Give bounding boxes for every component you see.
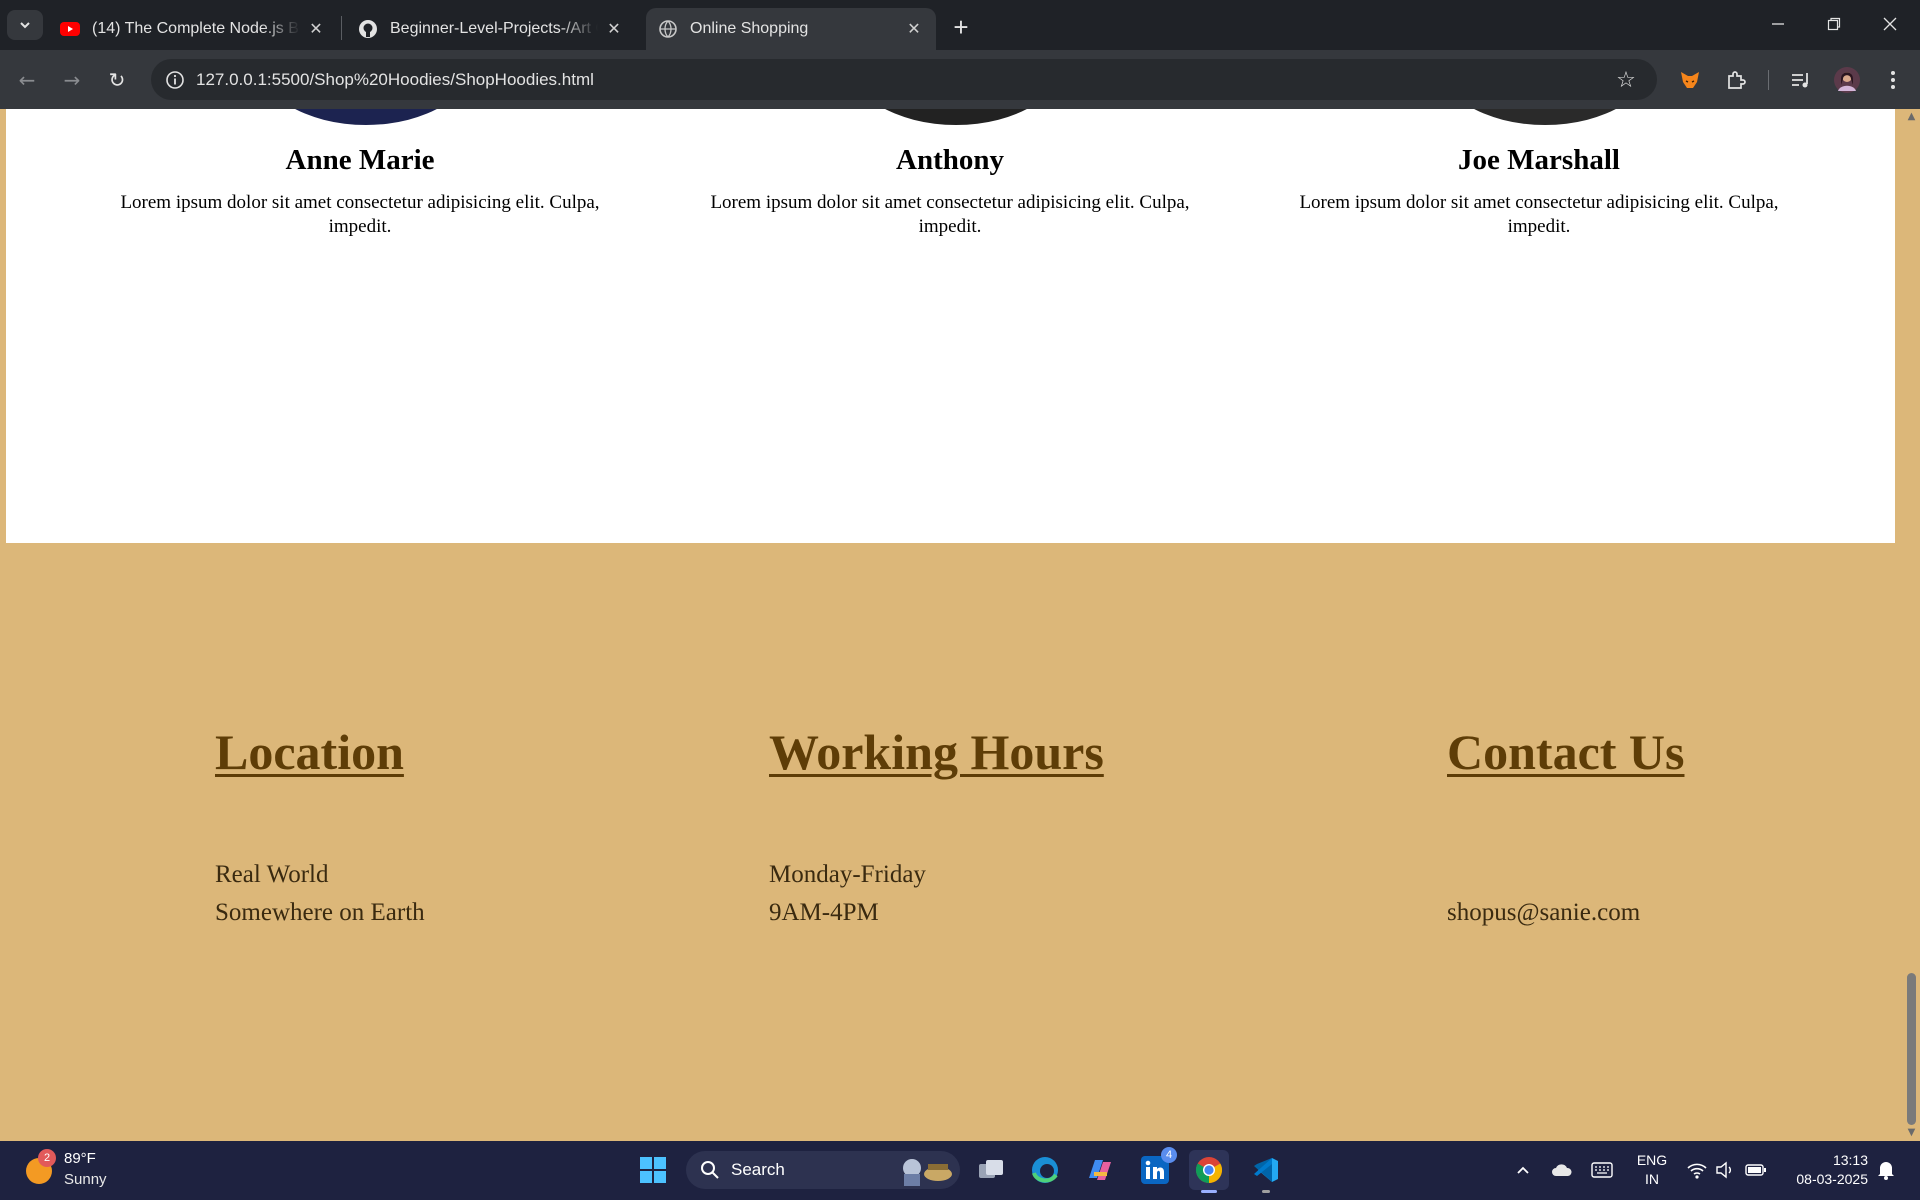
url-text[interactable]: 127.0.0.1:5500/Shop%20Hoodies/ShopHoodie… xyxy=(196,59,594,100)
member-name: Joe Marshall xyxy=(1458,144,1620,176)
minimize-icon[interactable] xyxy=(1750,0,1806,48)
clock-time: 13:13 xyxy=(1832,1152,1868,1168)
language-indicator[interactable]: ENG IN xyxy=(1634,1151,1670,1189)
edge-browser-icon[interactable] xyxy=(1025,1150,1065,1190)
working-hours-heading: Working Hours xyxy=(769,724,1104,780)
region-code: IN xyxy=(1645,1171,1659,1187)
linkedin-badge: 4 xyxy=(1161,1147,1177,1163)
github-icon xyxy=(358,19,378,39)
footer-contact: Contact Us shopus@sanie.com xyxy=(1447,723,1685,926)
tab-title: Online Shopping xyxy=(690,20,809,37)
close-tab-icon[interactable]: ✕ xyxy=(306,19,326,39)
location-line-1: Real World xyxy=(215,861,329,888)
member-description: Lorem ipsum dolor sit amet consectetur a… xyxy=(1299,192,1779,237)
team-member-card: Anne Marie Lorem ipsum dolor sit amet co… xyxy=(100,143,620,239)
chevron-down-icon xyxy=(20,22,30,29)
member-description: Lorem ipsum dolor sit amet consectetur a… xyxy=(120,192,600,237)
footer-location: Location Real World Somewhere on Earth xyxy=(215,723,425,926)
tab-github-art-gallery[interactable]: Beginner-Level-Projects-/Art Gallery ✕ xyxy=(346,8,636,50)
onedrive-cloud-icon[interactable] xyxy=(1550,1158,1574,1182)
tab-title: Beginner-Level-Projects-/Art Gallery xyxy=(390,20,598,37)
member-avatar xyxy=(1435,109,1655,125)
scroll-up-icon[interactable]: ▲ xyxy=(1905,111,1918,123)
tab-search-button[interactable] xyxy=(7,10,43,40)
address-bar[interactable]: 127.0.0.1:5500/Shop%20Hoodies/ShopHoodie… xyxy=(151,59,1657,100)
start-button[interactable] xyxy=(633,1150,673,1190)
contact-heading: Contact Us xyxy=(1447,724,1685,780)
close-tab-icon[interactable]: ✕ xyxy=(904,19,924,39)
member-name: Anthony xyxy=(896,144,1004,176)
toolbar-divider xyxy=(1768,70,1769,90)
contact-email[interactable]: shopus@sanie.com xyxy=(1447,894,1807,932)
more-menu-icon[interactable] xyxy=(1877,64,1909,96)
site-info-icon[interactable] xyxy=(163,68,187,92)
location-line-2: Somewhere on Earth xyxy=(215,899,425,926)
running-app-indicator xyxy=(1262,1190,1270,1193)
show-hidden-icons-icon[interactable] xyxy=(1511,1158,1535,1182)
task-view-icon[interactable] xyxy=(971,1150,1011,1190)
weather-badge: 2 xyxy=(38,1149,56,1167)
language-code: ENG xyxy=(1636,1152,1668,1168)
youtube-icon xyxy=(60,19,80,39)
tab-nodejs-bootcamp[interactable]: (14) The Complete Node.js Bootcamp ✕ xyxy=(48,8,338,50)
member-name: Anne Marie xyxy=(285,144,435,176)
location-heading: Location xyxy=(215,724,404,780)
windows-logo-icon xyxy=(640,1157,666,1183)
contact-line-1 xyxy=(1447,856,1807,894)
vscode-icon[interactable] xyxy=(1246,1150,1286,1193)
weather-description: Sunny xyxy=(64,1171,107,1188)
battery-icon[interactable] xyxy=(1744,1158,1768,1182)
browser-tab-strip: (14) The Complete Node.js Bootcamp ✕ Beg… xyxy=(0,0,1920,50)
hours-line-1: Monday-Friday xyxy=(769,861,926,888)
keyboard-icon[interactable] xyxy=(1590,1158,1614,1182)
system-clock[interactable]: 13:13 08-03-2025 xyxy=(1776,1151,1868,1189)
search-highlight-icon xyxy=(903,1159,952,1186)
team-member-card: Joe Marshall Lorem ipsum dolor sit amet … xyxy=(1279,143,1799,239)
restore-icon[interactable] xyxy=(1806,0,1862,48)
linkedin-icon[interactable]: 4 xyxy=(1135,1147,1177,1190)
profile-avatar[interactable] xyxy=(1831,64,1863,96)
media-controls-icon[interactable] xyxy=(1785,64,1817,96)
clock-date: 08-03-2025 xyxy=(1796,1171,1868,1187)
metamask-fox-icon[interactable] xyxy=(1674,64,1706,96)
tab-online-shopping[interactable]: Online Shopping ✕ xyxy=(646,8,936,50)
copilot-icon[interactable] xyxy=(1080,1150,1120,1190)
tab-separator xyxy=(341,16,342,40)
scroll-thumb[interactable] xyxy=(1907,973,1916,1125)
reload-icon[interactable]: ↻ xyxy=(101,64,133,96)
close-window-icon[interactable] xyxy=(1862,0,1918,48)
windows-taskbar: 2 89°F Sunny Search 4 ENG IN 13:13 08-03… xyxy=(0,1141,1920,1200)
tab-title: (14) The Complete Node.js Bootcamp xyxy=(92,20,300,37)
scroll-down-icon[interactable]: ▼ xyxy=(1905,1127,1918,1139)
forward-arrow-icon[interactable]: → xyxy=(56,64,88,96)
search-icon xyxy=(701,1161,719,1179)
footer-working-hours: Working Hours Monday-Friday 9AM-4PM xyxy=(769,723,1104,926)
wifi-icon[interactable] xyxy=(1685,1158,1709,1182)
member-avatar xyxy=(846,109,1066,125)
extensions-puzzle-icon[interactable] xyxy=(1720,64,1752,96)
browser-toolbar: ← → ↻ 127.0.0.1:5500/Shop%20Hoodies/Shop… xyxy=(0,50,1920,109)
close-tab-icon[interactable]: ✕ xyxy=(604,19,624,39)
page-viewport: Anne Marie Lorem ipsum dolor sit amet co… xyxy=(0,109,1903,1141)
search-label: Search xyxy=(731,1160,785,1179)
hours-line-2: 9AM-4PM xyxy=(769,899,879,926)
chrome-icon[interactable] xyxy=(1189,1150,1229,1193)
taskbar-search[interactable]: Search xyxy=(686,1151,960,1189)
team-member-card: Anthony Lorem ipsum dolor sit amet conse… xyxy=(690,143,1210,239)
weather-temperature: 89°F xyxy=(64,1150,96,1167)
back-arrow-icon[interactable]: ← xyxy=(11,64,43,96)
notification-bell-icon[interactable] xyxy=(1874,1158,1898,1182)
globe-icon xyxy=(658,19,678,39)
volume-icon[interactable] xyxy=(1713,1158,1737,1182)
active-app-indicator xyxy=(1201,1190,1217,1193)
page-scrollbar[interactable]: ▲ ▼ xyxy=(1903,109,1920,1141)
bookmark-star-icon[interactable]: ☆ xyxy=(1613,67,1639,93)
new-tab-button[interactable]: + xyxy=(946,12,976,42)
member-avatar xyxy=(256,109,476,125)
member-description: Lorem ipsum dolor sit amet consectetur a… xyxy=(710,192,1190,237)
team-section: Anne Marie Lorem ipsum dolor sit amet co… xyxy=(6,109,1895,543)
